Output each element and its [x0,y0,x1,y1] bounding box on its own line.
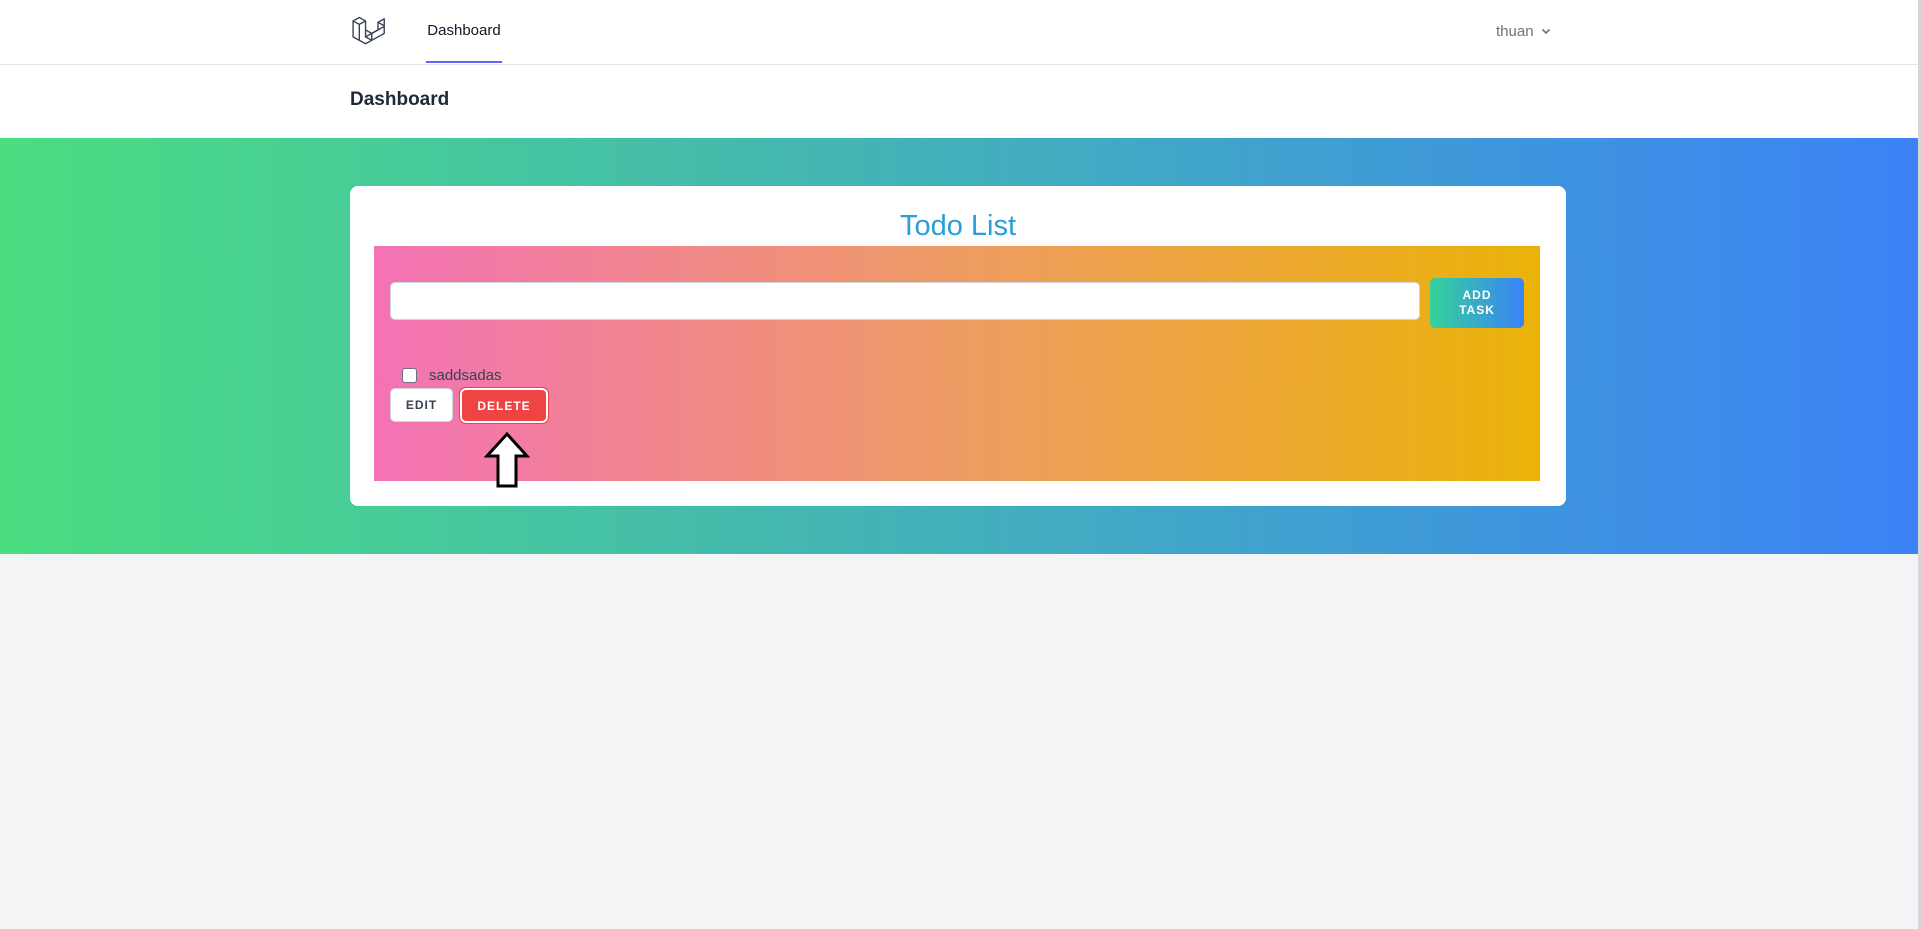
page: Dashboard thuan Dashboard Todo List ADD … [0,0,1922,929]
window-edge [1918,0,1922,929]
delete-task-button[interactable]: DELETE [459,387,549,424]
page-header: Dashboard [0,65,1918,138]
todo-card: Todo List ADD TASK saddsadas EDIT DELETE [350,186,1566,506]
todo-title: Todo List [899,210,1017,242]
task-text: saddsadas [429,366,502,384]
task-item: saddsadas [402,366,502,384]
page-title: Dashboard [350,89,450,110]
user-name: thuan [1496,22,1534,40]
chevron-down-icon [1541,28,1550,35]
top-navigation: Dashboard thuan [0,0,1918,65]
new-task-input[interactable] [390,282,1420,320]
user-menu[interactable]: thuan [1496,20,1552,42]
up-arrow-icon [484,432,530,488]
todo-panel: ADD TASK saddsadas EDIT DELETE [374,246,1540,481]
nav-link-dashboard[interactable]: Dashboard [426,0,502,63]
add-task-button[interactable]: ADD TASK [1430,278,1524,328]
laravel-logo-icon[interactable] [350,14,388,50]
task-checkbox[interactable] [402,367,417,383]
edit-task-button[interactable]: EDIT [390,388,453,422]
